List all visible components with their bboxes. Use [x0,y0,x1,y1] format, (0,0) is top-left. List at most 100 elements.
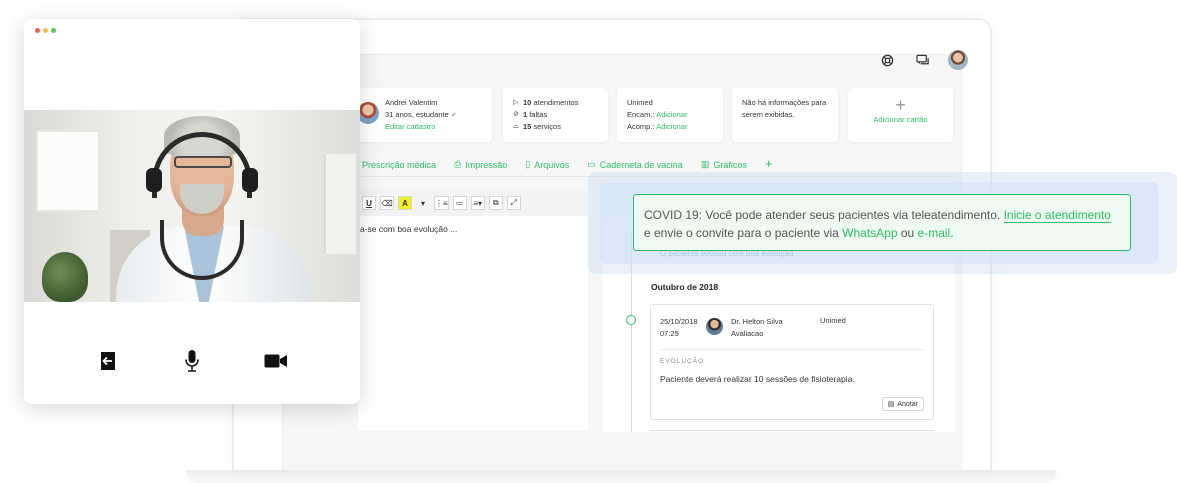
stat-label: serviços [533,122,561,131]
email-link[interactable]: e-mail [918,226,951,240]
tab-charts[interactable]: ▥ Gráficos [701,159,747,170]
window-controls [35,28,59,33]
stat-count: 1 [523,110,528,119]
stat-row: ▷ 10 atendimentos [513,97,598,109]
stat-label: faltas [529,110,548,119]
video-call-window [24,19,360,404]
stat-count: 10 [523,98,532,107]
rich-text-editor: U ⌫ A ▾ ⋮≡ ≔ ≡▾ ⧉ ⤢ a-se com boa evoluçã… [358,190,588,430]
notice-prefix: COVID 19: Você pode atender seus pacient… [644,208,1001,222]
edit-patient-link[interactable]: Editar cadastro [385,121,482,133]
headset-earpiece [242,168,258,192]
tab-label: Gráficos [713,159,747,170]
underline-button[interactable]: U [362,196,376,210]
timeline-month: Outubro de 2018 [651,282,719,292]
background-window [36,130,100,212]
service-bell-icon: ⌓ [513,123,519,130]
background-window [324,154,356,254]
stat-label: atendimentos [533,98,579,107]
editor-content[interactable]: a-se com boa evolução ... [358,216,588,242]
entry-divider [660,349,926,350]
timeline-dot [626,315,636,325]
camera-button[interactable] [264,349,288,373]
doctor-name: Dr. Helton Silva [731,317,783,326]
patient-name: Andrei Valentim [385,98,438,107]
patient-card: Andrei Valentim 31 anos, estudante ♂ Edi… [357,88,492,142]
background-plant [42,252,88,302]
tab-label: Impressão [465,159,508,170]
tab-files[interactable]: ▯ Arquivos [525,159,569,170]
chart-icon: ▥ [700,159,710,169]
close-dot[interactable] [35,28,40,33]
tab-prescription[interactable]: Prescrição médica [362,159,436,170]
support-icon[interactable] [878,51,896,69]
entry-body: Paciente deverá realizar 10 sessões de f… [660,374,855,384]
add-tab-button[interactable]: + [765,157,773,170]
leave-call-button[interactable] [96,349,120,373]
tab-print[interactable]: ⎙ Impressão [454,159,507,170]
patient-avatar [357,102,379,124]
stage: Andrei Valentim 31 anos, estudante ♂ Edi… [0,0,1177,483]
whatsapp-link[interactable]: WhatsApp [842,226,897,240]
insurance-card: Unimed Encam.: Adicionar Acomp.: Adicion… [617,88,723,142]
laptop-base [186,470,1056,480]
stat-row: ⊘ 1 faltas [513,109,598,121]
vaccine-card-icon: ▭ [587,159,596,169]
plus-icon: + [895,95,906,115]
acomp-add-link[interactable]: Adicionar [656,122,687,131]
doctor-video-feed [24,110,360,302]
fullscreen-icon[interactable]: ⤢ [506,196,521,210]
unordered-list-icon[interactable]: ≔ [452,196,467,210]
info-text: Não há informações para serem exibidas. [742,98,827,119]
timeline-entry: 25/10/2018 07:25 Dr. Helton Silva Avaliaca… [650,304,934,420]
highlight-button[interactable]: A [398,196,412,210]
entry-doctor: Dr. Helton Silva Avaliacao [731,316,783,340]
notice-middle: e envie o convite para o paciente via [644,226,839,240]
play-icon: ▷ [513,99,519,106]
add-card-button[interactable]: + Adicionar cartão [848,88,953,142]
encam-add-link[interactable]: Adicionar [656,110,687,119]
headset-earpiece [146,168,162,192]
microphone-button[interactable] [180,349,204,373]
entry-type: Avaliacao [731,329,764,338]
user-avatar[interactable] [948,50,968,70]
minimize-dot[interactable] [43,28,48,33]
stats-card: ▷ 10 atendimentos ⊘ 1 faltas ⌓ 15 serviços [503,88,608,142]
notice-suffix: . [950,226,954,240]
notice-or: ou [900,226,915,240]
note-icon: ▤ [887,401,895,408]
top-bar [860,50,968,70]
eraser-icon[interactable]: ⌫ [380,196,394,210]
timeline-entry-next [650,430,934,432]
editor-toolbar: U ⌫ A ▾ ⋮≡ ≔ ≡▾ ⧉ ⤢ [358,190,588,216]
chat-icon[interactable] [914,51,932,69]
patient-details: 31 anos, estudante ♂ [385,110,457,119]
acomp-label: Acomp.: [627,122,655,131]
ordered-list-icon[interactable]: ⋮≡ [434,196,449,210]
tab-vaccine[interactable]: ▭ Caderneta de vacina [587,159,683,170]
tab-label: Prescrição médica [362,159,437,170]
chevron-down-icon[interactable]: ▾ [416,196,430,210]
align-icon[interactable]: ≡▾ [470,196,485,210]
entry-date: 25/10/2018 [660,317,698,326]
stat-row: ⌓ 15 serviços [513,121,598,133]
entry-section-label: EVOLUÇÃO [660,358,705,365]
stat-count: 15 [523,122,532,131]
start-session-link[interactable]: Inicie o atendimento [1003,208,1111,223]
encam-label: Encam.: [627,110,655,119]
call-controls [24,349,360,373]
info-card: Não há informações para serem exibidas. [732,88,838,142]
printer-icon: ⎙ [454,159,462,169]
record-tabs: Prescrição médica ⎙ Impressão ▯ Arquivos ▭… [362,157,773,170]
blocked-icon: ⊘ [513,111,519,118]
entry-datetime: 25/10/2018 07:25 [660,316,698,340]
copy-icon[interactable]: ⧉ [488,196,503,210]
entry-time: 07:25 [660,329,679,338]
video-camera-icon [264,354,287,368]
tab-label: Caderneta de vacina [599,159,683,170]
note-button[interactable]: ▤ Anotar [881,397,924,411]
microphone-icon [185,350,199,372]
entry-plan: Unimed [820,316,846,325]
maximize-dot[interactable] [51,28,56,33]
file-icon: ▯ [525,159,531,169]
